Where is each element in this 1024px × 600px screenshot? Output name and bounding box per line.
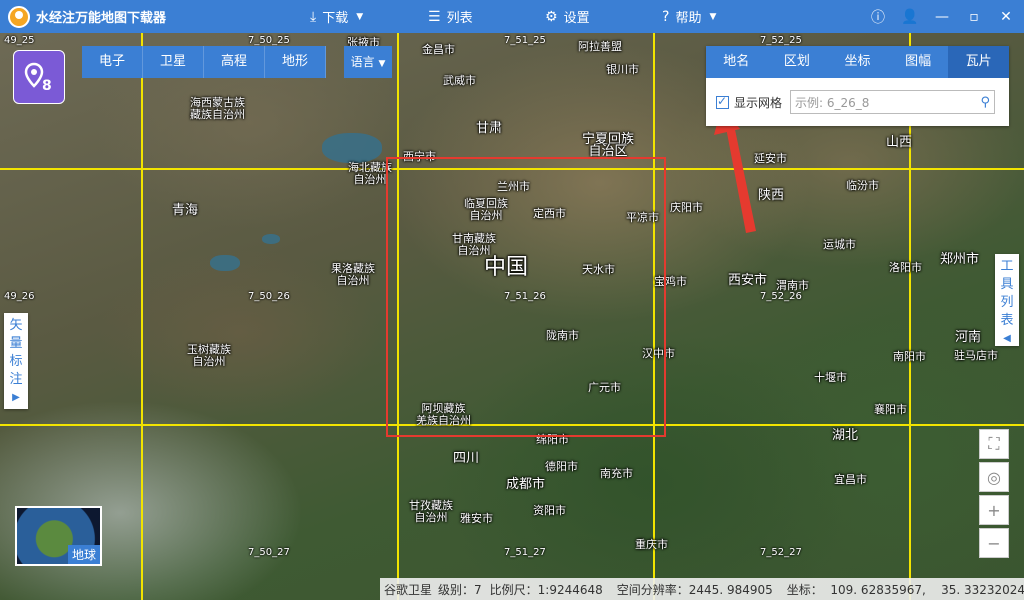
chevron-right-icon: ▶ bbox=[12, 392, 20, 403]
status-bar: 谷歌卫星 级别：7 比例尺：1:9244648 空间分辨率：2445. 9849… bbox=[380, 578, 1024, 600]
status-scale: 比例尺：1:9244648 bbox=[489, 582, 603, 597]
language-label: 语言 bbox=[350, 55, 375, 69]
status-coords: 坐标： 109. 62835967, 35. 33232024 bbox=[786, 582, 1024, 597]
arrow-shaft bbox=[724, 115, 756, 233]
tab-place-name[interactable]: 地名 bbox=[706, 46, 767, 78]
locate-icon[interactable]: ◎ bbox=[979, 462, 1009, 492]
status-resolution: 空间分辨率：2445. 984905 bbox=[616, 582, 773, 597]
tab-division[interactable]: 区划 bbox=[767, 46, 828, 78]
help-label: 帮助 bbox=[675, 11, 702, 26]
maximize-button[interactable]: ▫ bbox=[958, 0, 990, 33]
search-icon[interactable]: ⚲ bbox=[980, 95, 990, 110]
globe-label: 地球 bbox=[67, 545, 100, 564]
info-icon[interactable]: ⓘ bbox=[862, 0, 894, 33]
language-dropdown[interactable]: 语言 ▼ bbox=[344, 46, 392, 78]
globe-switch[interactable]: 地球 bbox=[15, 506, 102, 566]
show-grid-label: 显示网格 bbox=[734, 95, 783, 110]
tab-satellite[interactable]: 卫星 bbox=[143, 46, 204, 78]
chevron-down-icon: ▼ bbox=[356, 11, 364, 22]
vector-label-text: 矢量标注 bbox=[9, 318, 23, 387]
chevron-down-icon: ▼ bbox=[709, 11, 717, 22]
status-level: 级别：7 bbox=[438, 582, 482, 597]
zoom-in-button[interactable]: + bbox=[979, 495, 1009, 525]
tab-electronic[interactable]: 电子 bbox=[82, 46, 143, 78]
map-type-tabs: 电子 卫星 高程 地形 bbox=[82, 46, 326, 78]
help-menu[interactable]: ? 帮助 ▼ bbox=[662, 0, 716, 33]
tile-search-input[interactable]: 示例: 6_26_8 ⚲ bbox=[790, 90, 996, 114]
user-icon[interactable]: 👤 bbox=[894, 0, 926, 33]
search-panel: 地名 区划 坐标 图幅 瓦片 显示网格 示例: 6_26_8 ⚲ bbox=[706, 46, 1009, 126]
list-button[interactable]: ☰ 列表 bbox=[428, 0, 473, 33]
close-button[interactable]: ✕ bbox=[990, 0, 1022, 33]
app-logo-icon bbox=[8, 5, 30, 28]
tab-elevation[interactable]: 高程 bbox=[204, 46, 265, 78]
panel-tabs: 地名 区划 坐标 图幅 瓦片 bbox=[706, 46, 1009, 78]
svg-text:8: 8 bbox=[42, 78, 52, 94]
status-source: 谷歌卫星 bbox=[384, 582, 433, 597]
tab-tile[interactable]: 瓦片 bbox=[948, 46, 1009, 78]
tab-sheet[interactable]: 图幅 bbox=[888, 46, 949, 78]
app-title: 水经注万能地图下载器 bbox=[36, 11, 167, 26]
chevron-down-icon: ▼ bbox=[378, 59, 386, 69]
show-grid-checkbox[interactable] bbox=[716, 94, 729, 109]
app-location-icon[interactable]: 8 bbox=[13, 50, 65, 104]
zoom-out-button[interactable]: − bbox=[979, 528, 1009, 558]
list-icon: ☰ bbox=[428, 8, 441, 25]
fullscreen-icon[interactable]: ⛶ bbox=[979, 429, 1009, 459]
vector-label-toggle[interactable]: 矢量标注 ▶ bbox=[4, 313, 28, 409]
gear-icon: ⚙ bbox=[545, 8, 558, 25]
tile-search-row: 显示网格 示例: 6_26_8 ⚲ bbox=[706, 78, 1009, 126]
tool-list-text: 工具列表 bbox=[1000, 259, 1014, 328]
download-icon: ⤓ bbox=[310, 8, 317, 25]
list-label: 列表 bbox=[446, 11, 473, 26]
download-label: 下载 bbox=[322, 11, 349, 26]
minimize-button[interactable]: — bbox=[926, 0, 958, 33]
search-placeholder: 示例: 6_26_8 bbox=[795, 95, 870, 110]
help-icon: ? bbox=[662, 8, 670, 25]
tab-terrain[interactable]: 地形 bbox=[265, 46, 326, 78]
tab-coordinate[interactable]: 坐标 bbox=[827, 46, 888, 78]
chevron-left-icon: ◀ bbox=[1003, 333, 1011, 344]
settings-button[interactable]: ⚙ 设置 bbox=[545, 0, 590, 33]
settings-label: 设置 bbox=[563, 11, 590, 26]
tool-list-toggle[interactable]: 工具列表 ◀ bbox=[995, 254, 1019, 346]
download-menu[interactable]: ⤓ 下载 ▼ bbox=[310, 0, 363, 33]
